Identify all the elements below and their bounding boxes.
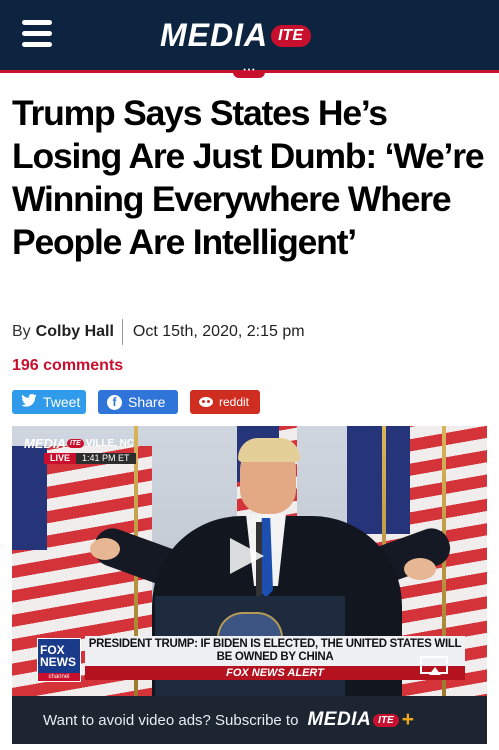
facebook-share-button[interactable]: f Share <box>98 390 178 414</box>
logo-pill: ITE <box>271 25 311 47</box>
reddit-button[interactable]: reddit <box>190 390 260 414</box>
more-dots-icon[interactable] <box>233 67 265 78</box>
airplay-icon[interactable] <box>420 656 448 675</box>
subscribe-prompt: Want to avoid video ads? Subscribe to <box>43 711 299 729</box>
alert-bar: FOX NEWS ALERT <box>85 666 465 680</box>
facebook-icon: f <box>107 394 122 410</box>
site-logo[interactable]: MEDIA ITE <box>160 15 311 55</box>
article-byline: By Colby Hall Oct 15th, 2020, 2:15 pm <box>12 319 305 345</box>
chyron-headline: PRESIDENT TRUMP: IF BIDEN IS ELECTED, TH… <box>85 636 465 666</box>
tweet-label: Tweet <box>43 394 81 410</box>
byline-prefix: By <box>12 323 31 340</box>
top-navigation-bar: MEDIA ITE <box>0 0 499 70</box>
subscribe-logo[interactable]: MEDIA ITE + <box>307 708 414 732</box>
tweet-button[interactable]: Tweet <box>12 390 86 414</box>
article-headline: Trump Says States He’s Losing Are Just D… <box>12 93 485 262</box>
hamburger-menu-icon[interactable] <box>22 20 52 48</box>
byline-divider <box>121 319 123 345</box>
share-label: Share <box>128 394 166 410</box>
video-player[interactable]: MEDIA ITE VILLE, NC LIVE 1:41 PM ET FOX … <box>12 426 487 744</box>
twitter-bird-icon <box>21 393 37 410</box>
reddit-icon <box>199 397 213 407</box>
video-frame: MEDIA ITE VILLE, NC LIVE 1:41 PM ET FOX … <box>12 426 487 696</box>
share-buttons: Tweet f Share reddit <box>12 390 272 414</box>
fox-news-logo: FOX NEWS channel <box>37 638 81 682</box>
news-chyron: FOX NEWS channel PRESIDENT TRUMP: IF BID… <box>37 636 467 684</box>
comments-link[interactable]: 196 comments <box>12 357 123 375</box>
video-ad-banner[interactable]: Want to avoid video ads? Subscribe to ME… <box>12 696 487 744</box>
publish-date: Oct 15th, 2020, 2:15 pm <box>132 323 305 340</box>
play-icon[interactable] <box>230 538 264 574</box>
logo-text: MEDIA <box>160 16 269 53</box>
live-badge: LIVE 1:41 PM ET <box>44 453 136 464</box>
reddit-label: reddit <box>219 395 250 409</box>
author-link[interactable]: Colby Hall <box>36 323 114 341</box>
video-watermark: MEDIA ITE VILLE, NC <box>24 436 135 451</box>
